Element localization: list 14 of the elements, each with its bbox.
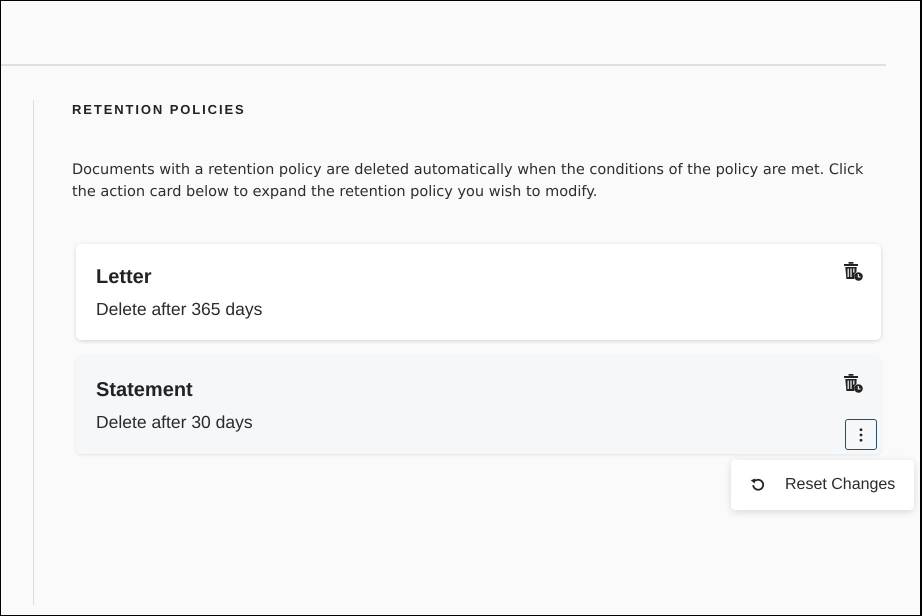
- undo-icon: [750, 477, 766, 493]
- policy-card[interactable]: Letter Delete after 365 days: [76, 244, 881, 340]
- more-vert-icon: [859, 428, 863, 442]
- policy-card[interactable]: Statement Delete after 30 days: [76, 356, 881, 454]
- policy-title: Letter: [96, 265, 153, 289]
- more-options-button[interactable]: [845, 419, 877, 450]
- policy-rule-text: Delete after 30 days: [96, 411, 253, 433]
- menu-item[interactable]: Reset Changes: [731, 468, 914, 502]
- trash-clock-icon[interactable]: [843, 262, 863, 281]
- trash-clock-icon[interactable]: [843, 374, 863, 393]
- section-heading: RETENTION POLICIES: [72, 101, 246, 119]
- description-text: Documents with a retention policy are deleted automatically when the conditions of the policy are met. Click the action card below to expand the retention policy you wish to modify.: [72, 161, 864, 202]
- policy-title: Statement: [96, 378, 194, 402]
- policy-rule-text: Delete after 365 days: [96, 298, 262, 320]
